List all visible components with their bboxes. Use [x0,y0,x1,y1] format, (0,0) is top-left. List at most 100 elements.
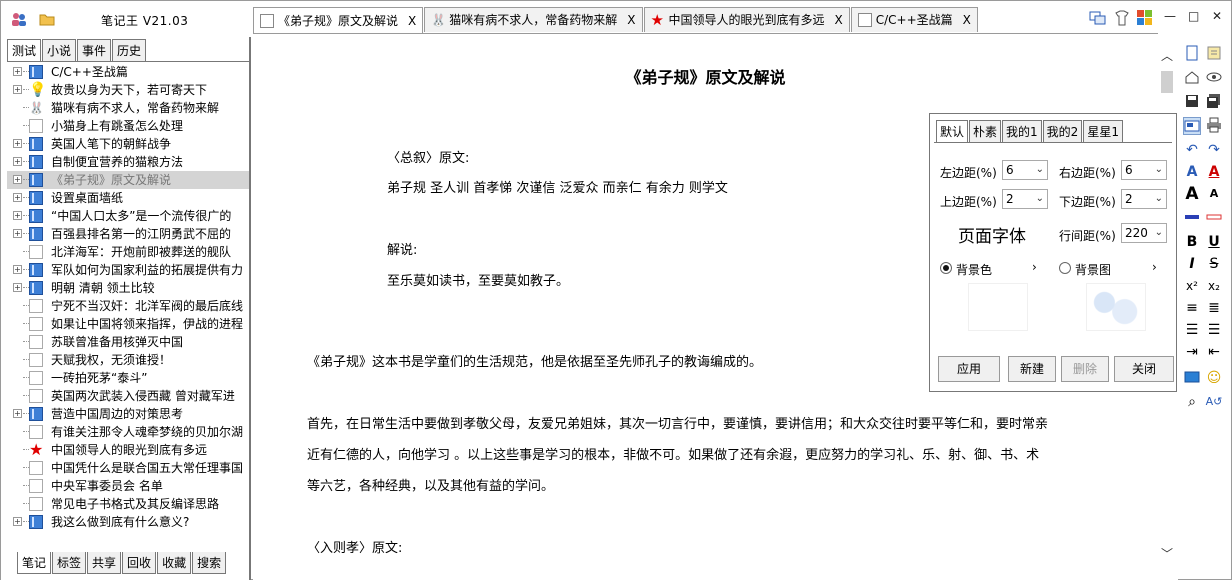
doc-tab[interactable]: C/C++圣战篇 X [850,7,978,32]
tab-tags[interactable]: 标签 [52,552,87,574]
emoji-icon[interactable]: ☺ [1205,369,1223,387]
save-icon[interactable] [1183,93,1201,111]
expand-icon[interactable]: + [13,157,22,166]
expand-icon[interactable]: + [13,85,22,94]
align-right-icon[interactable]: ☰ [1205,321,1223,339]
tab-favorites[interactable]: 收藏 [157,552,192,574]
tree-item[interactable]: 如果让中国将领来指挥，伊战的进程 [7,315,249,333]
scroll-up-icon[interactable]: ︿ [1161,47,1173,64]
color-grid-icon[interactable] [1136,9,1154,29]
tree-item[interactable]: + 英国人笔下的朝鲜战争 [7,135,249,153]
tree-item[interactable]: 一砖拍死茅“泰斗” [7,369,249,387]
bg-image-radio[interactable] [1059,262,1071,274]
save-all-icon[interactable] [1205,93,1223,111]
doc-tab[interactable]: ★ 中国领导人的眼光到底有多远 X [643,7,850,32]
tree-item[interactable]: 中国凭什么是联合国五大常任理事国 [7,459,249,477]
bg-color-radio[interactable] [940,262,952,274]
tab-default[interactable]: 默认 [936,120,969,143]
find-icon[interactable]: ⌕ [1183,393,1201,411]
minimize-icon[interactable]: — [1164,9,1176,23]
chevron-right-icon[interactable]: › [1032,260,1037,274]
delete-button[interactable]: 删除 [1061,356,1109,382]
replace-icon[interactable]: A↺ [1205,393,1223,411]
tab-events[interactable]: 事件 [77,39,112,61]
expand-icon[interactable]: + [13,211,22,220]
expand-icon[interactable]: + [13,283,22,292]
tab-mine-2[interactable]: 我的2 [1042,120,1083,142]
expand-icon[interactable]: + [13,265,22,274]
bg-image-preview[interactable] [1086,283,1146,331]
tree-item[interactable]: 天赋我权，无须谁授！ [7,351,249,369]
tree-item[interactable]: + 军队如何为国家利益的拓展提供有力 [7,261,249,279]
close-icon[interactable]: ✕ [1212,9,1222,23]
shirt-icon[interactable] [1113,9,1131,29]
undo-icon[interactable]: ↶ [1183,141,1201,159]
tree-item[interactable]: + C/C++圣战篇 [7,63,249,81]
tab-share[interactable]: 共享 [87,552,122,574]
align-center-icon[interactable]: ≡ [1183,299,1201,317]
apply-button[interactable]: 应用 [938,356,1000,382]
chevron-right-icon[interactable]: › [1152,260,1157,274]
home-icon[interactable] [1183,69,1201,87]
expand-icon[interactable]: + [13,67,22,76]
bottom-margin-select[interactable]: 2 ⌄ [1121,189,1167,209]
doc-tab[interactable]: 🐰 猫咪有病不求人，常备药物来解 X [424,7,643,32]
eye-icon[interactable] [1205,69,1223,87]
doc-tab[interactable]: 《弟子规》原文及解说 X [253,7,424,34]
outdent-icon[interactable]: ⇤ [1205,343,1223,361]
tree-item[interactable]: ★ 中国领导人的眼光到底有多远 [7,441,249,459]
indent-icon[interactable]: ⇥ [1183,343,1201,361]
underline-icon[interactable]: U [1205,233,1223,251]
tree-item[interactable]: 英国两次武装入侵西藏 曾对藏军进 [7,387,249,405]
notes-icon[interactable] [1205,45,1223,63]
tree-item[interactable]: + “中国人口太多”是一个流传很广的 [7,207,249,225]
tab-recycle[interactable]: 回收 [122,552,157,574]
scroll-thumb[interactable] [1161,71,1173,93]
tab-notes[interactable]: 笔记 [17,552,52,574]
tab-test[interactable]: 测试 [7,39,42,62]
expand-icon[interactable]: + [13,229,22,238]
expand-icon[interactable]: + [13,193,22,202]
tree-item[interactable]: + 《弟子规》原文及解说 [7,171,249,189]
top-margin-select[interactable]: 2 ⌄ [1002,189,1048,209]
tab-novel[interactable]: 小说 [42,39,77,61]
print-icon[interactable] [1205,117,1223,135]
redo-icon[interactable]: ↷ [1205,141,1223,159]
image-icon[interactable] [1183,369,1201,387]
tree-item[interactable]: + 设置桌面墙纸 [7,189,249,207]
tree-item[interactable]: 有谁关注那令人魂牵梦绕的贝加尔湖 [7,423,249,441]
tree-item[interactable]: + 自制便宜营养的猫粮方法 [7,153,249,171]
page-setup-icon[interactable] [1183,117,1201,135]
font-grow-icon[interactable]: A [1183,185,1201,203]
close-tab-button[interactable]: X [627,8,635,32]
folder-icon[interactable] [39,11,55,27]
bold-icon[interactable]: B [1183,233,1201,251]
expand-icon[interactable]: + [13,517,22,526]
tree-item[interactable]: 苏联曾准备用核弹灭中国 [7,333,249,351]
tab-star-1[interactable]: 星星1 [1083,120,1123,142]
background-color-icon[interactable] [1205,209,1223,227]
tree-item[interactable]: + 明朝 清朝 领土比较 [7,279,249,297]
tree-item[interactable]: 小猫身上有跳蚤怎么处理 [7,117,249,135]
tab-mine-1[interactable]: 我的1 [1002,120,1042,142]
superscript-icon[interactable]: x² [1183,277,1201,295]
tree-item[interactable]: + 💡 故贵以身为天下，若可寄天下 [7,81,249,99]
tree-item[interactable]: 🐰 猫咪有病不求人，常备药物来解 [7,99,249,117]
tab-plain[interactable]: 朴素 [969,120,1002,142]
expand-icon[interactable]: + [13,175,22,184]
scroll-down-icon[interactable]: ﹀ [1161,545,1173,562]
font-color-icon[interactable]: A [1183,163,1201,181]
tree-item[interactable]: 中央军事委员会 名单 [7,477,249,495]
tree-item[interactable]: 宁死不当汉奸：北洋军阀的最后底线 [7,297,249,315]
tree-item[interactable]: + 营造中国周边的对策思考 [7,405,249,423]
right-margin-select[interactable]: 6 ⌄ [1121,160,1167,180]
page-font-button[interactable]: 页面字体 [958,222,1026,247]
new-button[interactable]: 新建 [1008,356,1056,382]
maximize-icon[interactable]: □ [1188,9,1199,23]
italic-icon[interactable]: I [1183,255,1201,273]
users-icon[interactable] [11,11,27,27]
tree-item[interactable]: 常见电子书格式及其反编译思路 [7,495,249,513]
close-button[interactable]: 关闭 [1114,356,1174,382]
expand-icon[interactable]: + [13,139,22,148]
tab-history[interactable]: 历史 [112,39,147,61]
